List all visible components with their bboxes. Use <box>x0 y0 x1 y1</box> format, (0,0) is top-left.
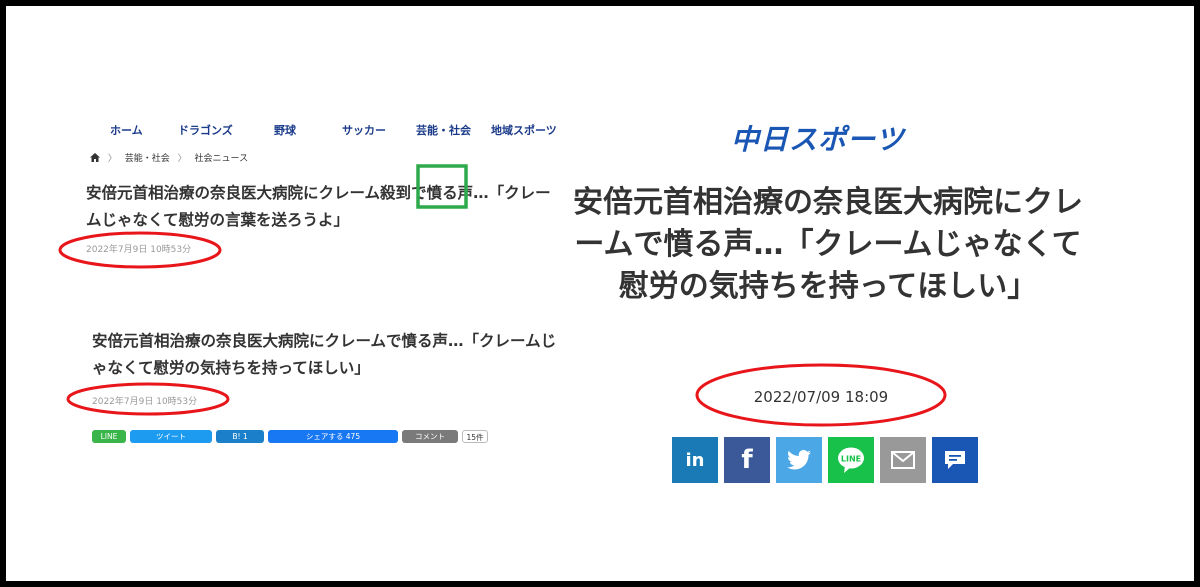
comment-count: 15件 <box>462 430 488 443</box>
twitter-icon[interactable] <box>776 437 822 483</box>
nav-soccer[interactable]: サッカー <box>342 122 386 138</box>
breadcrumb-separator: 〉 <box>177 154 187 164</box>
right-article-headline: 安倍元首相治療の奈良医大病院にクレームで憤る声…「クレームじゃなくて慰労の気持ち… <box>573 185 1083 304</box>
left-article-2-date: 2022年7月9日 10時53分 <box>92 397 198 407</box>
breadcrumb-subcategory[interactable]: 社会ニュース <box>195 154 249 164</box>
comment-button[interactable]: コメント <box>402 430 458 443</box>
nav-dragons[interactable]: ドラゴンズ <box>178 122 233 138</box>
nav-baseball[interactable]: 野球 <box>274 122 296 138</box>
breadcrumb-separator: 〉 <box>107 154 117 164</box>
highlighted-word: 殺到 <box>380 184 412 202</box>
svg-text:LINE: LINE <box>841 455 861 464</box>
breadcrumb: 〉 芸能・社会 〉 社会ニュース <box>90 151 248 165</box>
comment-icon[interactable] <box>932 437 978 483</box>
hatena-bookmark-button[interactable]: B! 1 <box>216 430 264 443</box>
left-article-1-headline: 安倍元首相治療の奈良医大病院にクレーム殺到で憤る声…「クレームじゃなくて慰労の言… <box>86 184 551 229</box>
nav-entertainment-society[interactable]: 芸能・社会 <box>416 122 471 138</box>
line-icon[interactable]: LINE <box>828 437 874 483</box>
home-icon[interactable] <box>90 153 100 162</box>
top-navigation: ホーム ドラゴンズ 野球 サッカー 芸能・社会 地域スポーツ <box>94 122 564 142</box>
linkedin-icon[interactable]: in <box>672 437 718 483</box>
site-logo[interactable]: 中日スポーツ <box>731 118 904 158</box>
nav-home[interactable]: ホーム <box>110 122 143 138</box>
line-share-button[interactable]: LINE <box>92 430 126 443</box>
screenshot-frame: ホーム ドラゴンズ 野球 サッカー 芸能・社会 地域スポーツ 〉 芸能・社会 〉… <box>0 0 1200 587</box>
mail-icon[interactable] <box>880 437 926 483</box>
tweet-button[interactable]: ツイート <box>130 430 212 443</box>
right-article-date: 2022/07/09 18:09 <box>753 388 889 406</box>
left-article-2-headline: 安倍元首相治療の奈良医大病院にクレームで憤る声…「クレームじゃなくて慰労の気持ち… <box>92 332 557 377</box>
facebook-share-button[interactable]: シェアする 475 <box>268 430 398 443</box>
nav-local-sports[interactable]: 地域スポーツ <box>491 122 557 138</box>
breadcrumb-category[interactable]: 芸能・社会 <box>125 154 170 164</box>
facebook-icon[interactable]: f <box>724 437 770 483</box>
left-article-1-date: 2022年7月9日 10時53分 <box>86 245 192 255</box>
